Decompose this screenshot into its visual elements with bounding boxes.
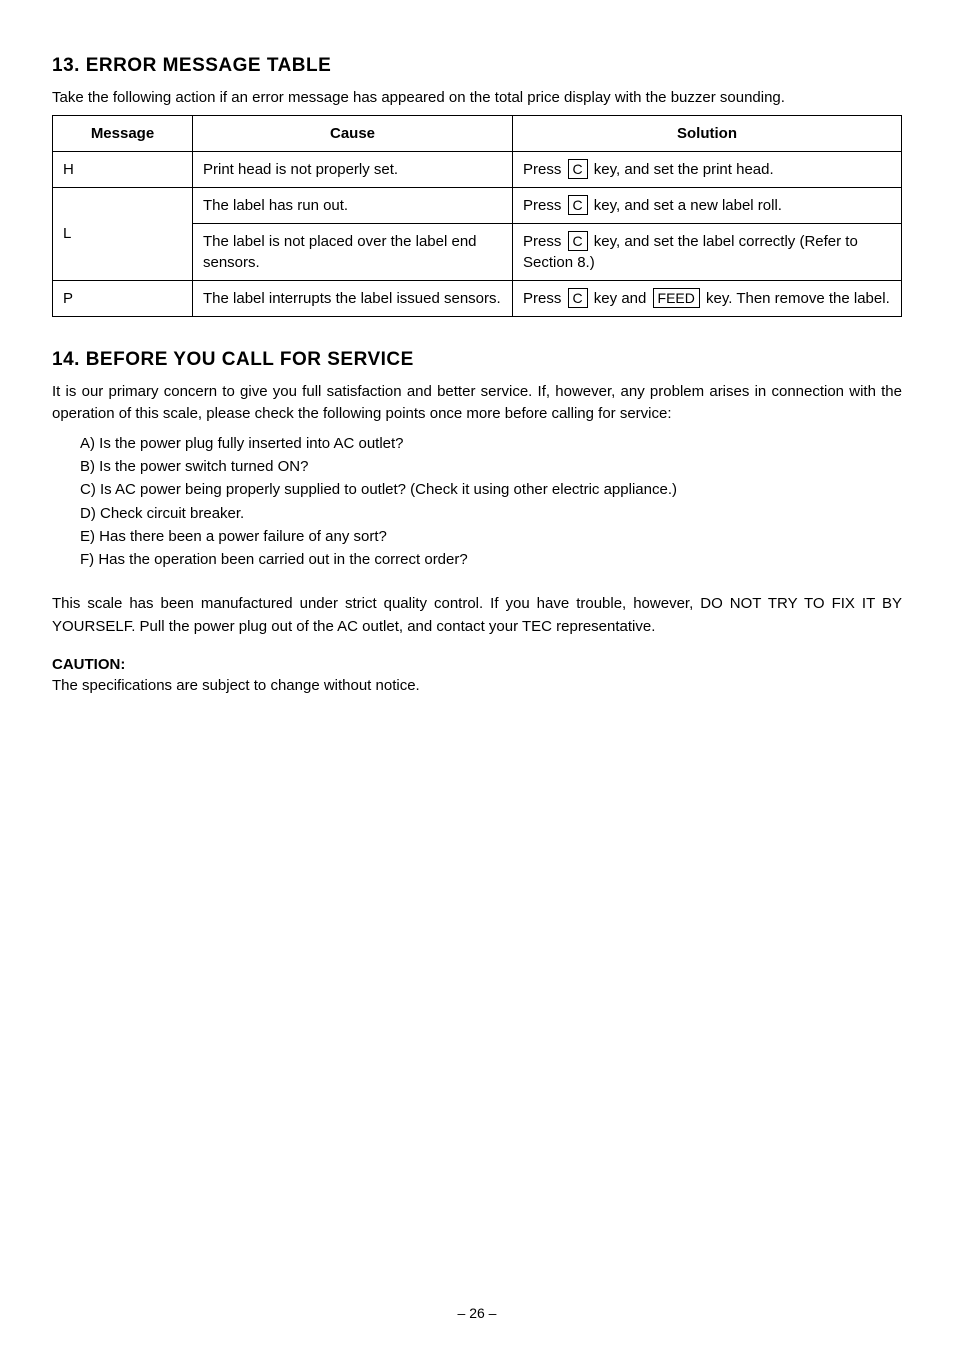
list-item: F) Has the operation been carried out in… (80, 548, 902, 571)
keycap-c-icon: C (568, 288, 588, 308)
col-header-solution: Solution (513, 115, 902, 151)
error-message-table: Message Cause Solution H Print head is n… (52, 115, 902, 317)
solution-text: key, and set the print head. (590, 161, 774, 178)
solution-text: Press (523, 161, 566, 178)
cell-message-h: H (53, 151, 193, 187)
cell-solution: Press C key, and set the print head. (513, 151, 902, 187)
keycap-c-icon: C (568, 231, 588, 251)
solution-text: Press (523, 233, 566, 250)
solution-text: key, and set a new label roll. (590, 197, 782, 214)
cell-message-l: L (53, 187, 193, 280)
list-item: D) Check circuit breaker. (80, 502, 902, 525)
cell-message-p: P (53, 280, 193, 316)
section-heading-before-service: 14. BEFORE YOU CALL FOR SERVICE (52, 349, 902, 371)
caution-text: The specifications are subject to change… (52, 675, 902, 697)
caution-label: CAUTION: (52, 656, 902, 673)
cell-cause: Print head is not properly set. (193, 151, 513, 187)
col-header-cause: Cause (193, 115, 513, 151)
solution-text: Press (523, 290, 566, 307)
table-header-row: Message Cause Solution (53, 115, 902, 151)
list-item: E) Has there been a power failure of any… (80, 525, 902, 548)
cell-solution: Press C key, and set a new label roll. (513, 187, 902, 223)
cell-cause: The label is not placed over the label e… (193, 223, 513, 280)
cell-solution: Press C key and FEED key. Then remove th… (513, 280, 902, 316)
keycap-c-icon: C (568, 195, 588, 215)
keycap-feed-icon: FEED (653, 288, 700, 308)
table-row: L The label has run out. Press C key, an… (53, 187, 902, 223)
cell-solution: Press C key, and set the label correctly… (513, 223, 902, 280)
table-row: P The label interrupts the label issued … (53, 280, 902, 316)
cell-cause: The label has run out. (193, 187, 513, 223)
before-service-intro: It is our primary concern to give you fu… (52, 381, 902, 426)
solution-text: key. Then remove the label. (702, 290, 890, 307)
error-table-intro: Take the following action if an error me… (52, 87, 902, 109)
list-item: C) Is AC power being properly supplied t… (80, 478, 902, 501)
keycap-c-icon: C (568, 159, 588, 179)
service-checklist: A) Is the power plug fully inserted into… (80, 432, 902, 572)
cell-cause: The label interrupts the label issued se… (193, 280, 513, 316)
list-item: B) Is the power switch turned ON? (80, 455, 902, 478)
solution-text: Press (523, 197, 566, 214)
page-number: – 26 – (0, 1305, 954, 1321)
before-service-closing: This scale has been manufactured under s… (52, 593, 902, 638)
list-item: A) Is the power plug fully inserted into… (80, 432, 902, 455)
table-row: H Print head is not properly set. Press … (53, 151, 902, 187)
section-heading-error-table: 13. ERROR MESSAGE TABLE (52, 55, 902, 77)
col-header-message: Message (53, 115, 193, 151)
solution-text: key and (590, 290, 651, 307)
